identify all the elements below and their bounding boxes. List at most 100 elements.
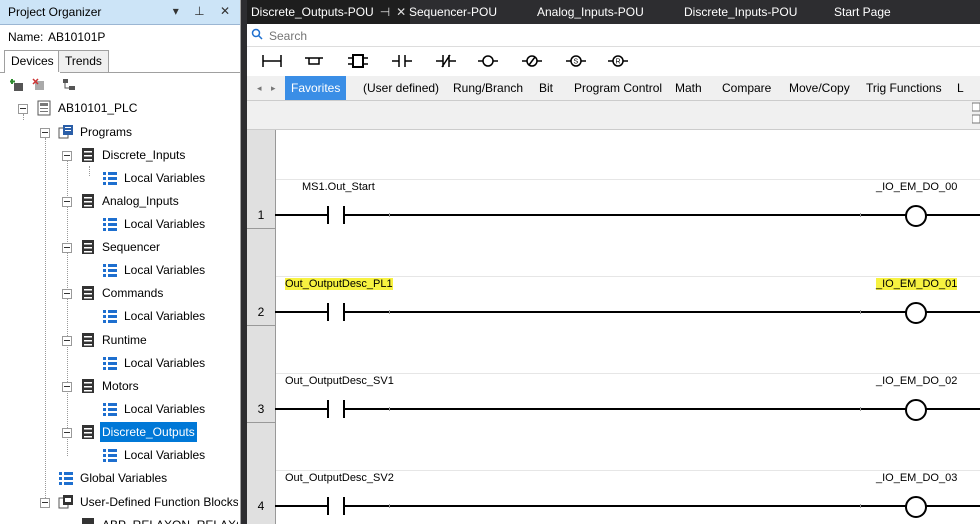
variables-icon [103, 449, 117, 462]
rung-rail [275, 505, 980, 507]
contact-no[interactable] [327, 497, 345, 515]
tab-discrete-outputs-pou[interactable]: Discrete_Outputs-POU ⊣ ✕ [247, 0, 411, 24]
category-more[interactable]: L [951, 76, 970, 100]
block-icon[interactable] [347, 53, 369, 69]
rung-number: 2 [257, 305, 265, 319]
tab-label: Discrete_Outputs-POU [251, 5, 374, 19]
set-coil-icon[interactable]: S [565, 53, 587, 69]
contact-label[interactable]: MS1.Out_Start [302, 181, 375, 193]
pou-icon [82, 425, 94, 439]
tree-view-icon[interactable] [62, 78, 76, 92]
variables-icon [103, 357, 117, 370]
category-move-copy[interactable]: Move/Copy [783, 76, 856, 100]
nc-contact-icon[interactable] [435, 53, 457, 69]
contact-label[interactable]: Out_OutputDesc_SV1 [285, 375, 394, 387]
document-tabs: Discrete_Outputs-POU ⊣ ✕ Sequencer-POU Ana… [247, 0, 980, 24]
tab-sequencer-pou[interactable]: Sequencer-POU [405, 0, 501, 24]
rung-rail [275, 311, 980, 313]
tree-node-local-variables[interactable]: Local Variables [84, 445, 207, 465]
pin-icon[interactable]: ⊣ [380, 5, 390, 19]
reset-coil-icon[interactable]: R [607, 53, 629, 69]
tree-node-local-variables[interactable]: Local Variables [84, 306, 207, 326]
tree-label-program: Sequencer [102, 240, 161, 254]
category-compare[interactable]: Compare [716, 76, 777, 100]
rung-number: 4 [257, 499, 265, 513]
project-tree: AB10101_PLC Programs Discrete_Inputs Loc… [0, 98, 238, 524]
branch-icon[interactable] [303, 53, 325, 69]
category-bit[interactable]: Bit [533, 76, 559, 100]
coil-label-highlighted[interactable]: _IO_EM_DO_01 [876, 278, 958, 290]
category-favorites[interactable]: Favorites [285, 76, 347, 100]
ladder-rungs[interactable]: 1 2 3 4 MS1.Out_Start _IO_EM_DO_00 Out_O… [247, 130, 980, 524]
tree-node-local-variables[interactable]: Local Variables [84, 168, 207, 188]
tree-node-udfb[interactable]: User-Defined Function Blocks [40, 492, 238, 512]
output-coil[interactable] [905, 399, 927, 421]
pou-icon [82, 379, 94, 393]
coil-label[interactable]: _IO_EM_DO_03 [876, 472, 957, 484]
scroll-right-icon[interactable]: ▸ [271, 76, 276, 100]
new-program-icon[interactable] [10, 78, 24, 92]
contact-label-highlighted[interactable]: Out_OutputDesc_PL1 [285, 278, 393, 290]
category-math[interactable]: Math [669, 76, 708, 100]
tree-node-local-variables[interactable]: Local Variables [84, 399, 207, 419]
category-program-control[interactable]: Program Control [568, 76, 668, 100]
no-contact-icon[interactable] [391, 53, 413, 69]
category-rung-branch[interactable]: Rung/Branch [447, 76, 529, 100]
tree-node-program[interactable]: Runtime [62, 330, 149, 350]
coil-label[interactable]: _IO_EM_DO_00 [876, 181, 957, 193]
negated-coil-icon[interactable] [521, 53, 543, 69]
contact-no[interactable] [327, 400, 345, 418]
tab-start-page[interactable]: Start Page [830, 0, 895, 24]
tree-node-program[interactable]: Commands [62, 283, 165, 303]
category-user-defined[interactable]: (User defined) [357, 76, 445, 100]
svg-text:S: S [574, 59, 579, 66]
tree-node-plc[interactable]: AB10101_PLC [18, 98, 139, 118]
tree-label-program: Discrete_Outputs [100, 422, 197, 442]
delete-icon[interactable] [32, 78, 46, 92]
expand-icon[interactable] [972, 101, 980, 129]
contact-no[interactable] [327, 206, 345, 224]
rung-number: 3 [257, 402, 265, 416]
tree-label-program: Discrete_Inputs [102, 148, 186, 162]
tree-node-programs[interactable]: Programs [40, 122, 134, 142]
category-trig-functions[interactable]: Trig Functions [860, 76, 948, 100]
rung-gutter: 1 2 3 4 [247, 130, 276, 524]
coil-icon[interactable] [477, 53, 499, 69]
project-name-row: Name: AB10101P [0, 24, 240, 48]
fb-icon [58, 495, 73, 509]
tree-node-program[interactable]: Analog_Inputs [62, 191, 181, 211]
organizer-window-buttons[interactable]: ▾ ⊥ ✕ [173, 4, 236, 18]
contact-label[interactable]: Out_OutputDesc_SV2 [285, 472, 394, 484]
tree-node-global-variables[interactable]: Global Variables [40, 468, 169, 488]
ladder-editor: Discrete_Outputs-POU ⊣ ✕ Sequencer-POU Ana… [247, 0, 980, 524]
tree-node-local-variables[interactable]: Local Variables [84, 260, 207, 280]
project-organizer-panel: Project Organizer ▾ ⊥ ✕ Name: AB10101P D… [0, 0, 241, 524]
tree-node-program[interactable]: Sequencer [62, 237, 162, 257]
tree-node-program[interactable]: Discrete_Inputs [62, 145, 187, 165]
pou-icon [82, 148, 94, 162]
output-coil[interactable] [905, 302, 927, 324]
plc-icon [37, 100, 51, 116]
variables-icon [103, 172, 117, 185]
rung-rail [275, 408, 980, 410]
tree-node-program[interactable]: Motors [62, 376, 141, 396]
coil-label[interactable]: _IO_EM_DO_02 [876, 375, 957, 387]
tab-trends[interactable]: Trends [58, 50, 109, 72]
tab-discrete-inputs-pou[interactable]: Discrete_Inputs-POU [680, 0, 801, 24]
rung-icon[interactable] [261, 53, 283, 69]
tree-label-local-variables: Local Variables [124, 402, 206, 416]
tree-node-local-variables[interactable]: Local Variables [84, 353, 207, 373]
tree-node-program-selected[interactable]: Discrete_Outputs [62, 422, 197, 442]
tree-node-udfb-child[interactable]: ABP_RELAXON_RELAXOFF [62, 515, 238, 524]
tree-node-local-variables[interactable]: Local Variables [84, 214, 207, 234]
scroll-left-icon[interactable]: ◂ [257, 76, 262, 100]
organizer-title: Project Organizer [8, 5, 102, 19]
output-coil[interactable] [905, 205, 927, 227]
contact-no[interactable] [327, 303, 345, 321]
tree-label-program: Analog_Inputs [102, 194, 179, 208]
output-coil[interactable] [905, 496, 927, 518]
tab-analog-inputs-pou[interactable]: Analog_Inputs-POU [533, 0, 648, 24]
rung-number: 1 [257, 208, 265, 222]
search-input[interactable] [267, 27, 571, 45]
tab-devices[interactable]: Devices [4, 50, 61, 73]
